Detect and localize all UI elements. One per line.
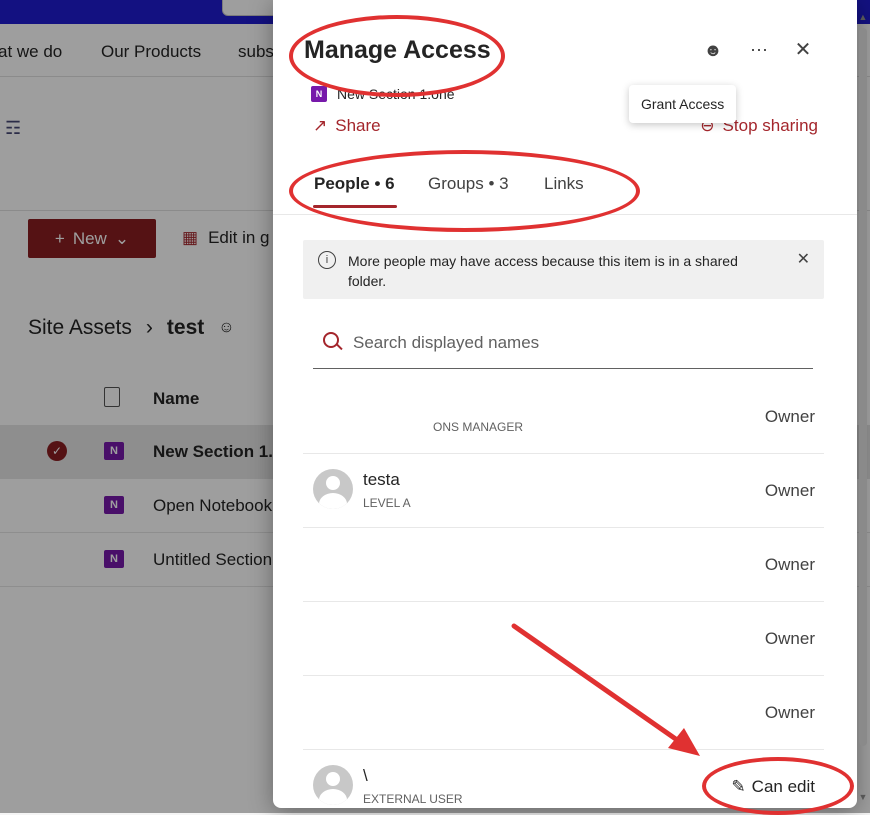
person-role[interactable]: Owner [765,481,815,501]
person-row[interactable]: Owner [303,676,824,750]
tab-links[interactable]: Links [544,174,584,194]
scrollbar-thumb[interactable] [859,28,867,746]
panel-title: Manage Access [304,36,491,64]
person-role[interactable]: Owner [765,407,815,427]
person-role[interactable]: Owner [765,629,815,649]
person-role[interactable]: Owner [765,703,815,723]
avatar [313,765,353,805]
share-icon: ↗ [313,116,328,135]
dismiss-banner-icon[interactable]: ✕ [797,249,810,269]
share-label: Share [335,116,381,135]
file-info: N New Section 1.one [311,86,455,102]
permission-dropdown[interactable]: ✎ Can edit [731,777,815,797]
avatar [313,469,353,509]
tab-people[interactable]: People • 6 [314,174,395,194]
person-row[interactable]: testa LEVEL A Owner [303,454,824,528]
person-row[interactable]: \ EXTERNAL USER ✎ Can edit [303,750,824,808]
onenote-icon: N [311,86,327,102]
person-role[interactable]: Owner [765,555,815,575]
active-tab-indicator [313,205,397,208]
search-input[interactable] [351,330,795,356]
person-title: ONS MANAGER [433,420,524,434]
stop-sharing-label: Stop sharing [722,116,818,135]
search-icon [323,332,339,348]
people-list: ONS MANAGER Owner testa LEVEL A Owner Ow… [303,380,824,808]
person-title: EXTERNAL USER [363,792,463,806]
person-name: \ [363,766,368,785]
grant-access-icon[interactable]: ☻ [701,38,725,62]
manage-access-panel: Manage Access ☻ ⋯ ✕ N New Section 1.one … [273,0,857,808]
person-row[interactable]: Owner [303,602,824,676]
close-icon[interactable]: ✕ [791,38,815,62]
tab-bar: People • 6 Groups • 3 Links [273,160,857,215]
more-options-icon[interactable]: ⋯ [747,38,771,62]
person-name: testa [363,470,400,489]
scroll-down-arrow[interactable]: ▼ [858,792,868,802]
grant-access-tooltip: Grant Access [629,85,737,123]
share-button[interactable]: ↗ Share [313,116,381,136]
scroll-up-arrow[interactable]: ▲ [858,12,868,22]
info-banner: i More people may have access because th… [303,240,824,299]
search-box [313,320,813,369]
info-text: More people may have access because this… [348,253,738,289]
info-icon: i [318,251,336,269]
file-name: New Section 1.one [337,86,455,102]
person-row[interactable]: ONS MANAGER Owner [303,380,824,454]
permission-label: Can edit [751,777,815,796]
pencil-icon: ✎ [731,777,746,796]
person-row[interactable]: Owner [303,528,824,602]
tab-groups[interactable]: Groups • 3 [428,174,509,194]
person-title: LEVEL A [363,496,411,510]
